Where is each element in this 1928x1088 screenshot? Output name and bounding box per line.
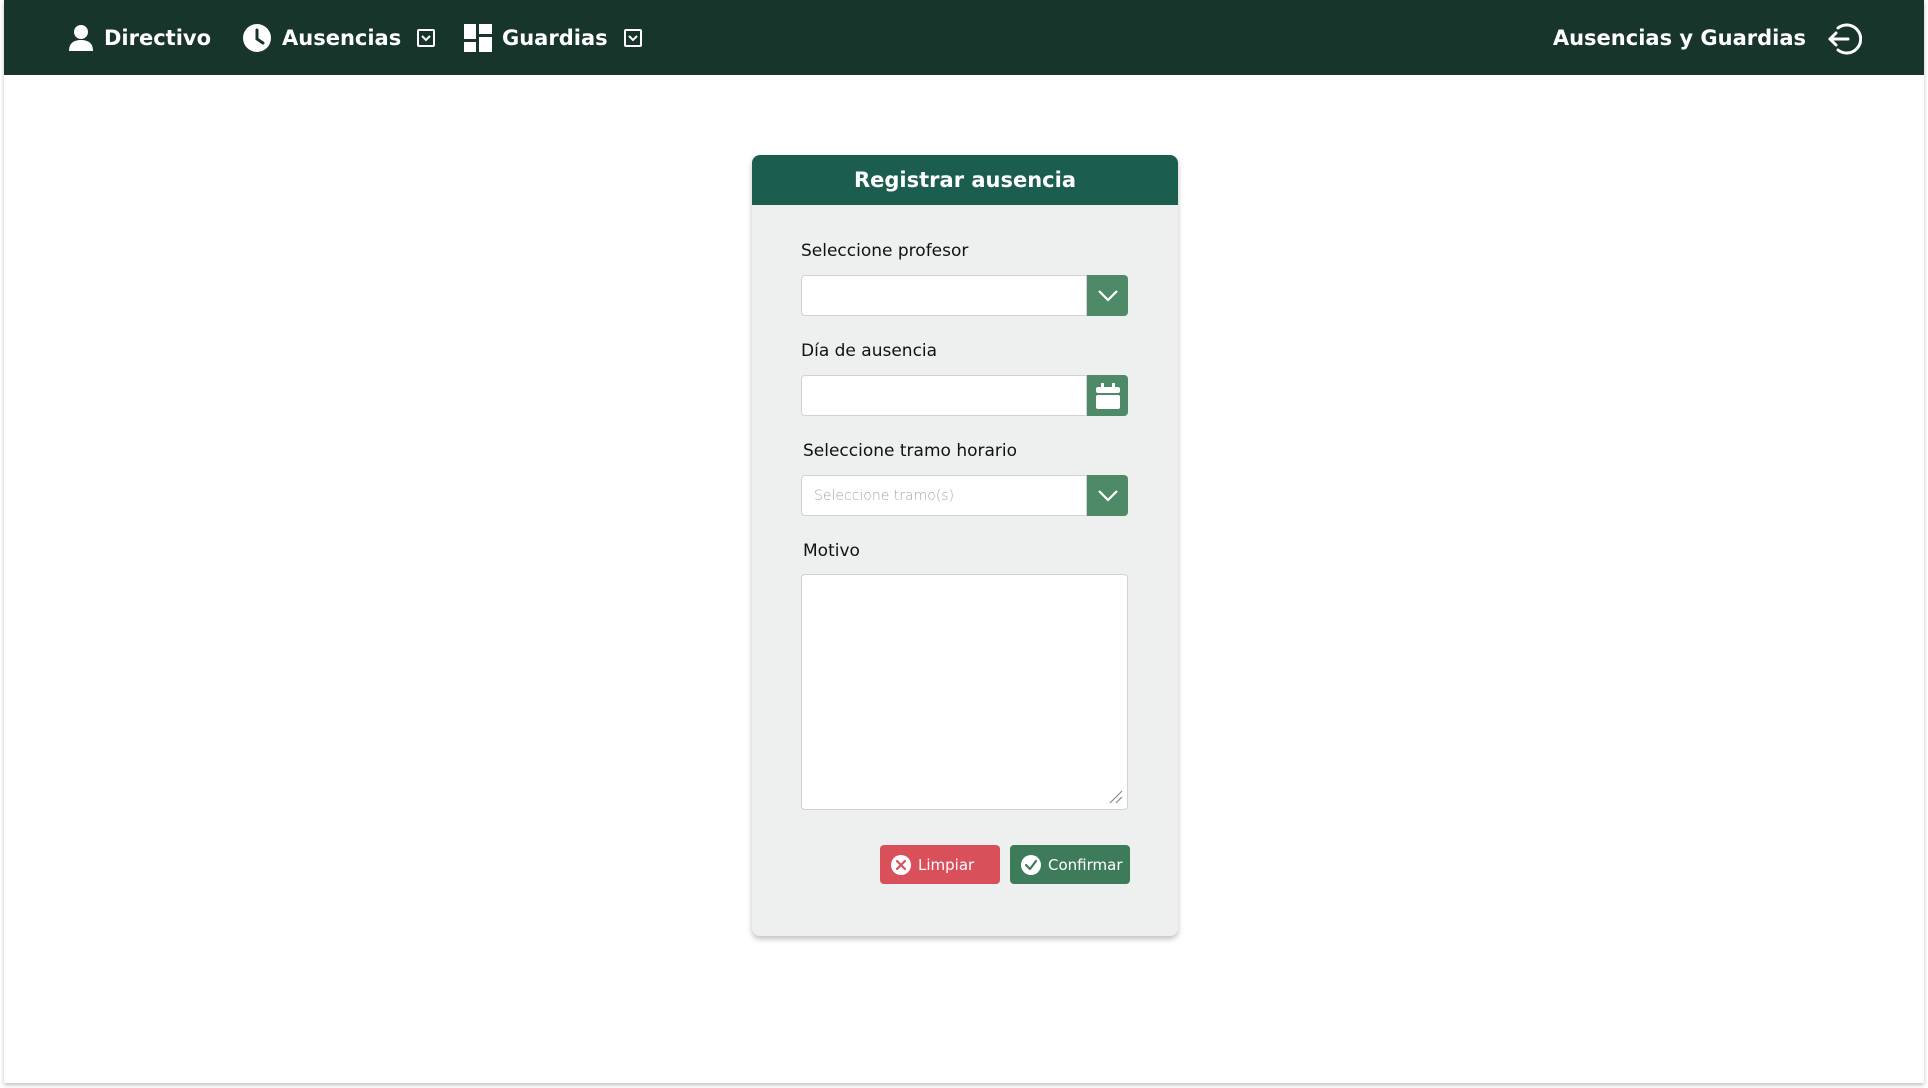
top-navbar: Directivo Ausencias Guardias Ausencias y…: [4, 0, 1924, 75]
clock-icon: [242, 23, 272, 53]
nav-ausencias[interactable]: Ausencias: [242, 0, 436, 75]
profesor-select[interactable]: [801, 275, 1087, 316]
check-circle-icon: [1020, 854, 1042, 876]
dashboard-icon: [464, 23, 492, 52]
profesor-label: Seleccione profesor: [801, 241, 969, 261]
x-circle-icon: [890, 854, 912, 876]
profesor-dropdown-button[interactable]: [1087, 275, 1128, 316]
tramo-label: Seleccione tramo horario: [803, 441, 1018, 461]
clear-button[interactable]: Limpiar: [880, 845, 1000, 884]
nav-directivo[interactable]: Directivo: [68, 0, 211, 75]
caret-down-icon: [623, 28, 642, 47]
nav-ausencias-label: Ausencias: [282, 25, 402, 50]
logout-button[interactable]: [1826, 21, 1863, 57]
card-title-text: Registrar ausencia: [853, 168, 1076, 192]
app-brand: Ausencias y Guardias: [1553, 0, 1806, 75]
caret-down-icon: [417, 28, 436, 47]
dia-input[interactable]: [801, 375, 1087, 416]
logout-icon: [1828, 23, 1863, 55]
dia-label: Día de ausencia: [801, 341, 938, 361]
app-brand-label: Ausencias y Guardias: [1552, 25, 1806, 50]
motivo-label: Motivo: [803, 541, 860, 561]
app-frame: Directivo Ausencias Guardias Ausencias y…: [4, 0, 1924, 1083]
calendar-button[interactable]: [1087, 375, 1128, 416]
clear-button-label: Limpiar: [918, 855, 975, 874]
register-absence-card: Registrar ausencia Seleccione profesor D…: [752, 155, 1178, 936]
calendar-icon: [1095, 382, 1120, 409]
nav-guardias-label: Guardias: [502, 25, 608, 50]
nav-directivo-label: Directivo: [104, 25, 212, 50]
user-icon: [68, 24, 94, 52]
confirm-button-label: Confirmar: [1048, 855, 1123, 874]
motivo-textarea[interactable]: [801, 574, 1128, 810]
resize-grip-icon[interactable]: [1106, 787, 1124, 805]
chevron-down-icon: [1097, 289, 1118, 302]
chevron-down-icon: [1097, 489, 1118, 502]
nav-guardias[interactable]: Guardias: [464, 0, 642, 75]
confirm-button[interactable]: Confirmar: [1010, 845, 1130, 884]
tramo-dropdown-button[interactable]: [1087, 475, 1128, 516]
tramo-select[interactable]: [801, 475, 1087, 516]
card-title: Registrar ausencia: [752, 155, 1178, 205]
